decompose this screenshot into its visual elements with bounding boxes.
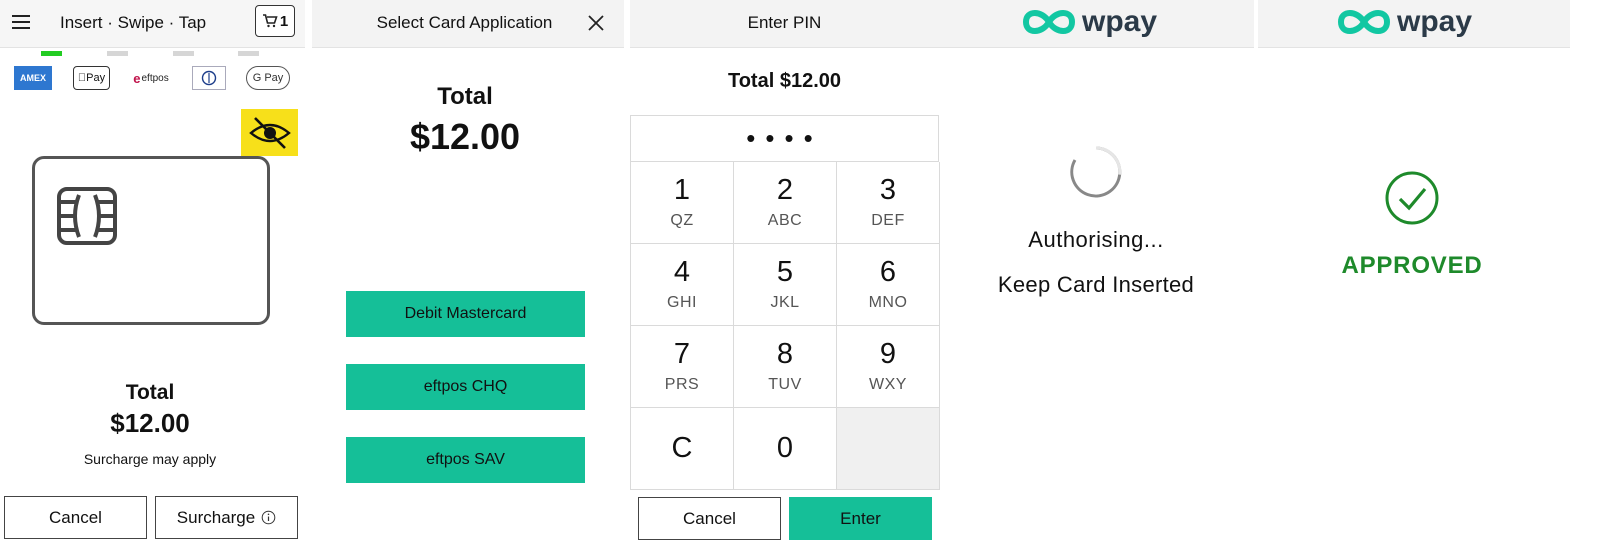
pin-mask: •••• (746, 123, 823, 153)
approved-status: APPROVED (1341, 252, 1483, 279)
keypad-key-3[interactable]: 3 DEF (837, 162, 940, 244)
cart-icon (262, 14, 278, 28)
payment-screen-approved: wpay APPROVED (1258, 0, 1570, 555)
google-pay-logo: G Pay (246, 66, 290, 90)
wpay-logo: wpay (1020, 4, 1170, 40)
keypad-key-6[interactable]: 6 MNO (837, 244, 940, 326)
total-label: Total (125, 381, 175, 404)
accessibility-toggle-button[interactable] (241, 109, 298, 156)
cart-count: 1 (279, 12, 289, 30)
keypad-key-1[interactable]: 1 QZ (631, 162, 734, 244)
total-amount: $12.00 (110, 408, 190, 438)
loading-spinner-icon (1070, 146, 1122, 198)
cancel-button[interactable]: Cancel (638, 497, 781, 540)
close-icon (588, 15, 604, 31)
progress-step-active (41, 51, 62, 56)
keep-card-inserted-message: Keep Card Inserted (997, 272, 1195, 297)
payment-screen-insert: Insert · Swipe · Tap 1 AMEX Pay eeftpos… (0, 0, 305, 555)
keypad-key-blank (837, 408, 940, 490)
payment-screen-authorising: wpay Authorising... Keep Card Inserted (942, 0, 1254, 555)
wpay-logo: wpay (1335, 4, 1485, 40)
keypad-key-5[interactable]: 5 JKL (734, 244, 837, 326)
total-label: Total (437, 83, 493, 110)
card-app-option-eftpos-chq[interactable]: eftpos CHQ (346, 364, 585, 410)
pin-total: Total $12.00 (727, 70, 842, 92)
page-title: Select Card Application (376, 13, 553, 32)
amex-logo: AMEX (14, 66, 52, 90)
surcharge-button[interactable]: Surcharge (155, 496, 298, 539)
payment-screen-enter-pin: Enter PIN Total $12.00 •••• 1 QZ 2 ABC 3 DE… (630, 0, 942, 555)
page-title: Enter PIN (747, 13, 822, 32)
progress-step (238, 51, 259, 56)
eftpos-logo: e eftpos (133, 70, 169, 86)
keypad-key-7[interactable]: 7 PRS (631, 326, 734, 408)
close-button[interactable] (586, 13, 606, 33)
card-insert-illustration (32, 156, 270, 325)
progress-step (107, 51, 128, 56)
pin-entry-field[interactable]: •••• (630, 115, 939, 162)
info-icon (261, 510, 276, 525)
payment-screen-select-application: Select Card Application Total $12.00 Deb… (312, 0, 624, 555)
authorising-status: Authorising... (1028, 227, 1164, 252)
approved-check-icon (1385, 171, 1439, 225)
keypad-key-0[interactable]: 0 (734, 408, 837, 490)
enter-button[interactable]: Enter (789, 497, 932, 540)
surcharge-note: Surcharge may apply (83, 451, 217, 467)
apple-pay-logo: Pay (73, 66, 110, 90)
cancel-button[interactable]: Cancel (4, 496, 147, 539)
cart-button[interactable]: 1 (255, 5, 295, 37)
eye-hidden-icon (248, 116, 291, 149)
keypad-key-9[interactable]: 9 WXY (837, 326, 940, 408)
chip-icon (57, 187, 117, 245)
wpay-logo-text: wpay (1082, 5, 1158, 38)
keypad-key-clear[interactable]: C (631, 408, 734, 490)
wpay-infinity-icon (1022, 10, 1076, 34)
progress-step (173, 51, 194, 56)
total-amount: $12.00 (409, 116, 521, 157)
keypad-key-8[interactable]: 8 TUV (734, 326, 837, 408)
card-app-option-eftpos-sav[interactable]: eftpos SAV (346, 437, 585, 483)
page-title: Insert · Swipe · Tap (60, 13, 207, 32)
diners-club-logo (192, 66, 226, 90)
keypad-key-2[interactable]: 2 ABC (734, 162, 837, 244)
menu-icon[interactable] (12, 15, 30, 29)
wpay-infinity-icon (1337, 10, 1391, 34)
wpay-logo-text: wpay (1397, 5, 1473, 38)
keypad-key-4[interactable]: 4 GHI (631, 244, 734, 326)
card-app-option-debit-mastercard[interactable]: Debit Mastercard (346, 291, 585, 337)
pin-keypad: 1 QZ 2 ABC 3 DEF 4 GHI 5 JKL 6 MNO 7 PRS 8 TUV 9… (630, 162, 940, 490)
